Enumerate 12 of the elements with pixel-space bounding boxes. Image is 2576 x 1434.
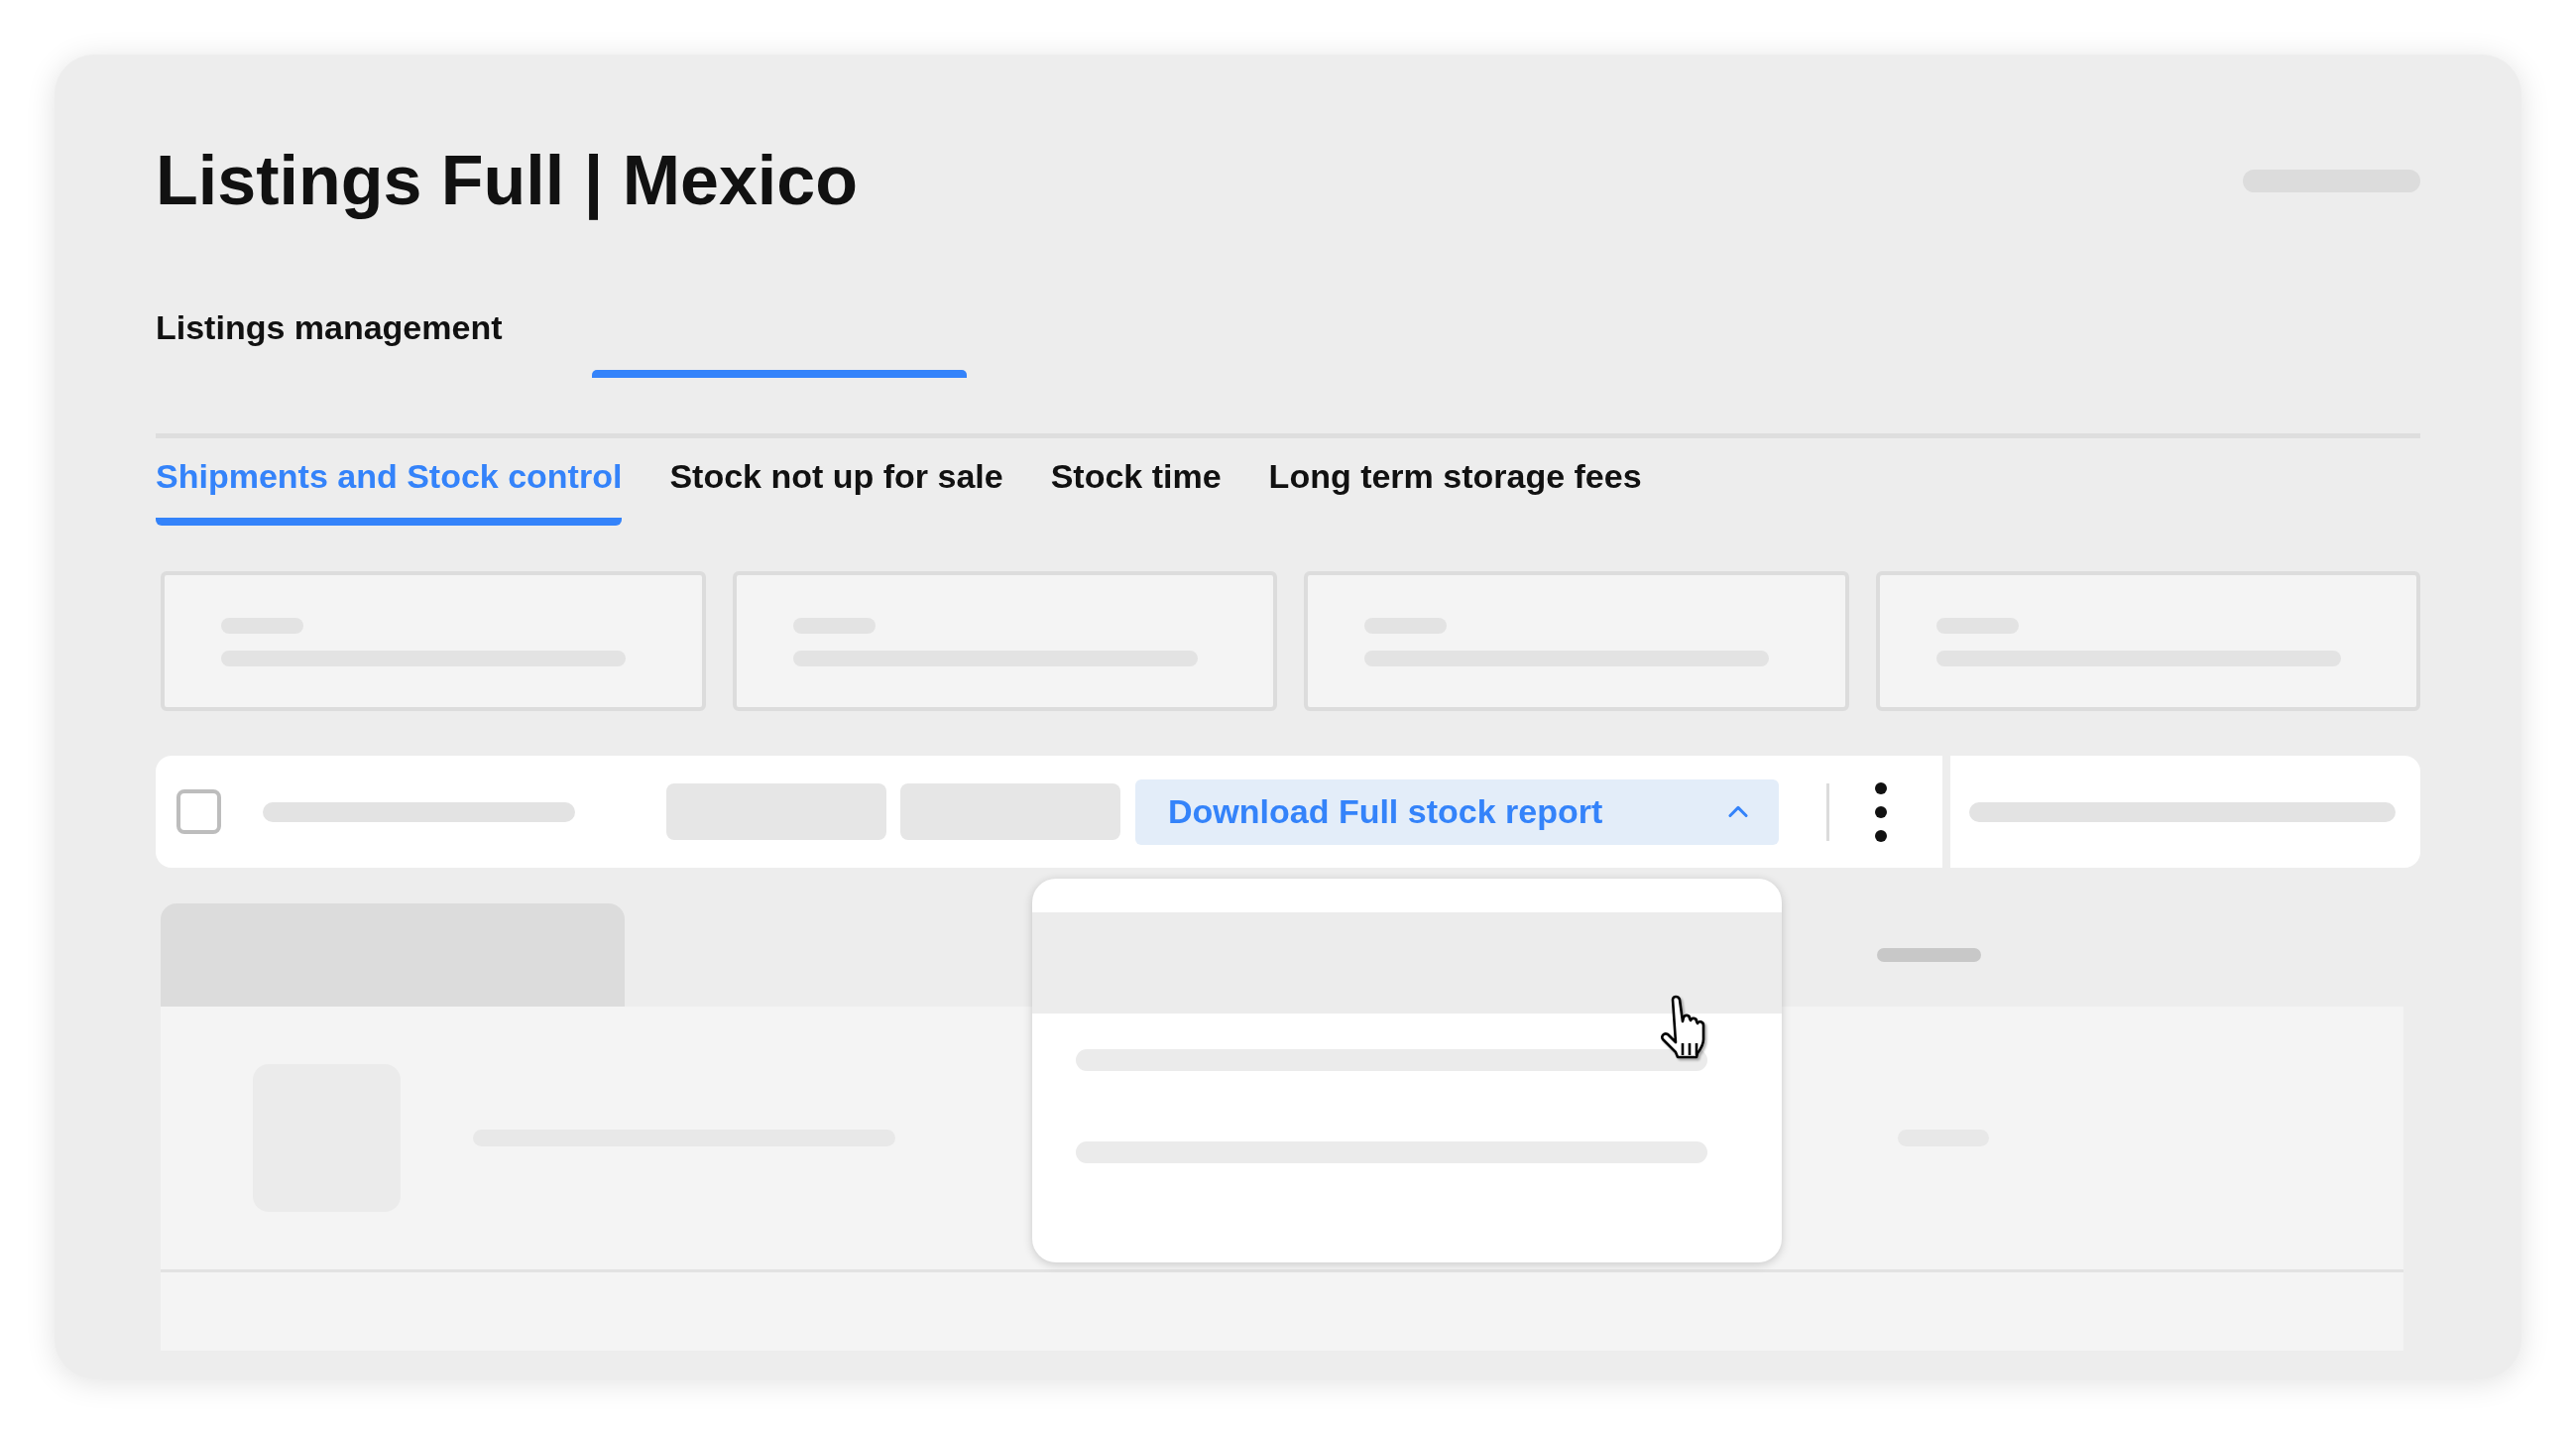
placeholder-button[interactable] [666,783,886,840]
tab[interactable]: Long term storage fees [1268,455,1642,526]
placeholder-button[interactable] [900,783,1120,840]
checkbox[interactable] [176,789,221,834]
placeholder-tab[interactable] [161,903,625,1007]
menu-item[interactable] [1032,912,1782,1014]
tab[interactable]: Stock time [1050,455,1222,526]
more-options-icon[interactable] [1874,780,1888,843]
menu-item[interactable] [1032,1014,1782,1106]
tab[interactable]: Stock not up for sale [669,455,1003,526]
nav-link[interactable]: Listings management [156,307,503,347]
page-title: Listings Full | Mexico [156,141,858,222]
